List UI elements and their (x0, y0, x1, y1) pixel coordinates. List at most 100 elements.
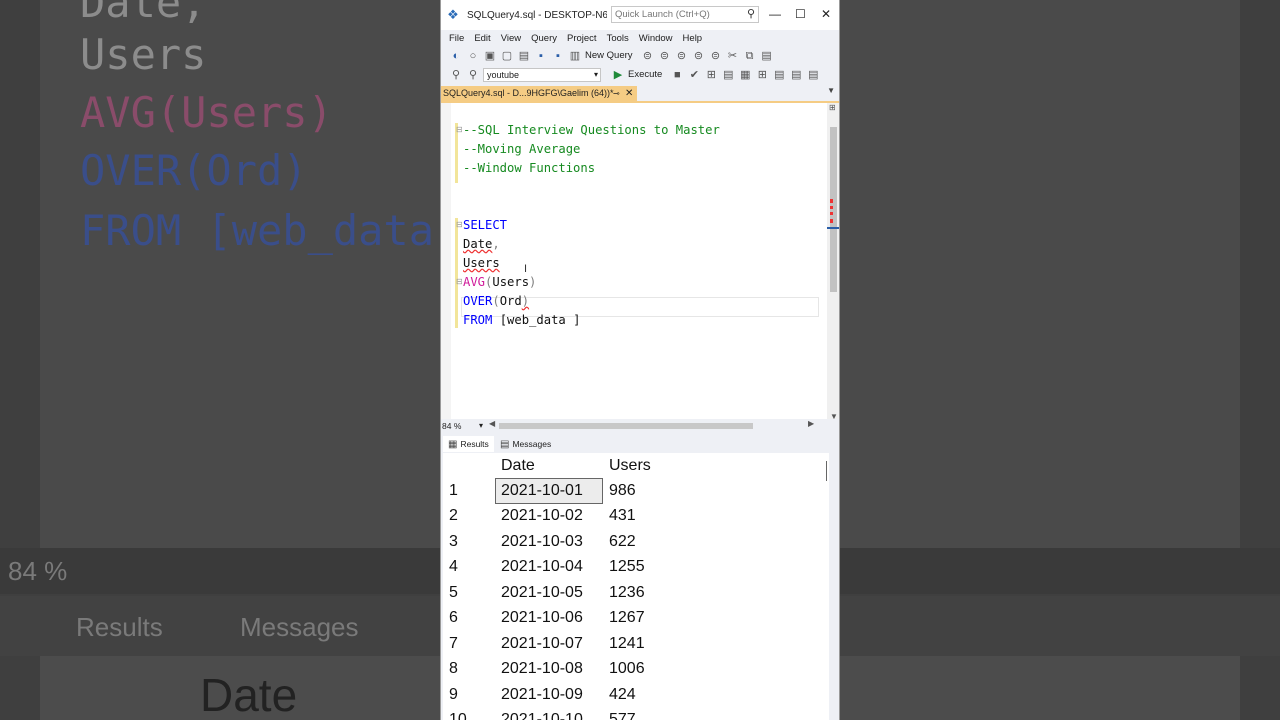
scroll-up-icon[interactable]: ⊞ (829, 103, 836, 112)
close-button[interactable]: ✕ (821, 7, 831, 21)
row-number[interactable]: 8 (443, 657, 495, 683)
cell-users[interactable]: 1267 (603, 606, 667, 632)
column-header-date[interactable]: Date (495, 453, 603, 478)
row-number[interactable]: 6 (443, 606, 495, 632)
query-editor[interactable]: ⊟ ⊟ ⊟ --SQL Interview Questions to Maste… (441, 101, 839, 421)
paste-icon[interactable]: ▤ (760, 49, 774, 63)
table-row[interactable]: 3 2021-10-03 622 (443, 529, 667, 555)
include-plan-icon[interactable]: ⊞ (755, 68, 769, 82)
results-to-text-icon[interactable]: ▤ (721, 68, 735, 82)
scroll-left-icon[interactable]: ◀ (489, 419, 495, 428)
minimize-button[interactable]: — (769, 7, 781, 21)
table-row[interactable]: 2 2021-10-02 431 (443, 504, 667, 530)
row-number[interactable]: 7 (443, 631, 495, 657)
row-number[interactable]: 2 (443, 504, 495, 530)
table-row[interactable]: 9 2021-10-09 424 (443, 682, 667, 708)
cell-users[interactable]: 986 (603, 478, 667, 504)
cell-users[interactable]: 577 (603, 708, 667, 720)
row-number[interactable]: 9 (443, 682, 495, 708)
tab-results[interactable]: ▦ Results (443, 436, 494, 452)
row-number[interactable]: 10 (443, 708, 495, 720)
cell-date[interactable]: 2021-10-05 (495, 580, 603, 606)
new-project-icon[interactable]: ▣ (483, 49, 497, 63)
cell-date[interactable]: 2021-10-06 (495, 606, 603, 632)
change-connection-icon[interactable]: ⚲ (466, 68, 480, 82)
row-number[interactable]: 1 (443, 478, 495, 504)
back-icon[interactable]: ◐ (449, 49, 463, 63)
menu-view[interactable]: View (496, 33, 526, 44)
menu-window[interactable]: Window (634, 33, 678, 44)
menu-tools[interactable]: Tools (602, 33, 634, 44)
cell-users[interactable]: 622 (603, 529, 667, 555)
cell-date[interactable]: 2021-10-01 (495, 478, 603, 504)
table-row[interactable]: 10 2021-10-10 577 (443, 708, 667, 720)
add-item-icon[interactable]: ▢ (500, 49, 514, 63)
cell-users[interactable]: 1006 (603, 657, 667, 683)
cell-users[interactable]: 1255 (603, 555, 667, 581)
save-icon[interactable]: ▪ (534, 49, 548, 63)
quick-launch-input[interactable]: Quick Launch (Ctrl+Q) ⚲ (611, 6, 759, 23)
column-header-users[interactable]: Users (603, 453, 667, 478)
stop-icon[interactable]: ■ (670, 68, 684, 82)
menu-project[interactable]: Project (562, 33, 602, 44)
cut-icon[interactable]: ✂ (726, 49, 740, 63)
close-tab-icon[interactable]: ✕ (625, 86, 633, 101)
connect-icon[interactable]: ⚲ (449, 68, 463, 82)
forward-icon[interactable]: ○ (466, 49, 480, 63)
row-number[interactable]: 3 (443, 529, 495, 555)
execute-button[interactable]: Execute (628, 69, 662, 80)
table-row[interactable]: 7 2021-10-07 1241 (443, 631, 667, 657)
editor-vertical-scrollbar[interactable]: ⊞ ▼ (827, 103, 839, 421)
query-xmla-icon[interactable]: ⊜ (692, 49, 706, 63)
query-das-icon[interactable]: ⊜ (709, 49, 723, 63)
table-row[interactable]: 5 2021-10-05 1236 (443, 580, 667, 606)
pin-icon[interactable]: ⊸ (613, 86, 620, 101)
cell-users[interactable]: 1241 (603, 631, 667, 657)
save-all-icon[interactable]: ▪ (551, 49, 565, 63)
tab-messages[interactable]: ▤ Messages (497, 436, 554, 452)
cell-date[interactable]: 2021-10-02 (495, 504, 603, 530)
menu-file[interactable]: File (444, 33, 469, 44)
parse-icon[interactable]: ✔ (687, 68, 701, 82)
zoom-select[interactable]: 84 % (441, 420, 485, 432)
table-row[interactable]: 1 2021-10-01 986 (443, 478, 667, 504)
cell-date[interactable]: 2021-10-07 (495, 631, 603, 657)
cell-date[interactable]: 2021-10-10 (495, 708, 603, 720)
cell-users[interactable]: 1236 (603, 580, 667, 606)
table-row[interactable]: 8 2021-10-08 1006 (443, 657, 667, 683)
collapse-icon[interactable]: ⊟ (456, 277, 463, 286)
maximize-button[interactable]: ☐ (795, 7, 806, 21)
scroll-right-icon[interactable]: ▶ (808, 419, 814, 428)
results-to-grid-icon[interactable]: ▦ (738, 68, 752, 82)
uncomment-icon[interactable]: ▤ (789, 68, 803, 82)
menu-edit[interactable]: Edit (469, 33, 495, 44)
copy-icon[interactable]: ⧉ (743, 49, 757, 63)
cell-date[interactable]: 2021-10-03 (495, 529, 603, 555)
tab-dropdown-icon[interactable]: ▼ (827, 86, 835, 95)
comment-icon[interactable]: ▤ (772, 68, 786, 82)
document-tab[interactable]: SQLQuery4.sql - D...9HGFG\Gaelim (64))* … (441, 86, 637, 101)
collapse-icon[interactable]: ⊟ (456, 220, 463, 229)
menu-query[interactable]: Query (526, 33, 562, 44)
open-file-icon[interactable]: ▤ (517, 49, 531, 63)
query-dmx-icon[interactable]: ⊜ (675, 49, 689, 63)
results-scrollbar[interactable] (819, 461, 827, 481)
table-row[interactable]: 6 2021-10-06 1267 (443, 606, 667, 632)
query-db-icon[interactable]: ⊜ (641, 49, 655, 63)
database-select[interactable]: youtube (483, 67, 601, 82)
query-mdx-icon[interactable]: ⊜ (658, 49, 672, 63)
row-number[interactable]: 5 (443, 580, 495, 606)
cell-date[interactable]: 2021-10-09 (495, 682, 603, 708)
display-plan-icon[interactable]: ⊞ (704, 68, 718, 82)
outdent-icon[interactable]: ▤ (806, 68, 820, 82)
cell-users[interactable]: 431 (603, 504, 667, 530)
table-row[interactable]: 4 2021-10-04 1255 (443, 555, 667, 581)
collapse-icon[interactable]: ⊟ (456, 125, 463, 134)
new-query-button[interactable]: New Query (585, 50, 633, 61)
horizontal-scrollbar[interactable] (499, 423, 753, 429)
menu-help[interactable]: Help (678, 33, 708, 44)
cell-users[interactable]: 424 (603, 682, 667, 708)
cell-date[interactable]: 2021-10-04 (495, 555, 603, 581)
cell-date[interactable]: 2021-10-08 (495, 657, 603, 683)
row-number[interactable]: 4 (443, 555, 495, 581)
